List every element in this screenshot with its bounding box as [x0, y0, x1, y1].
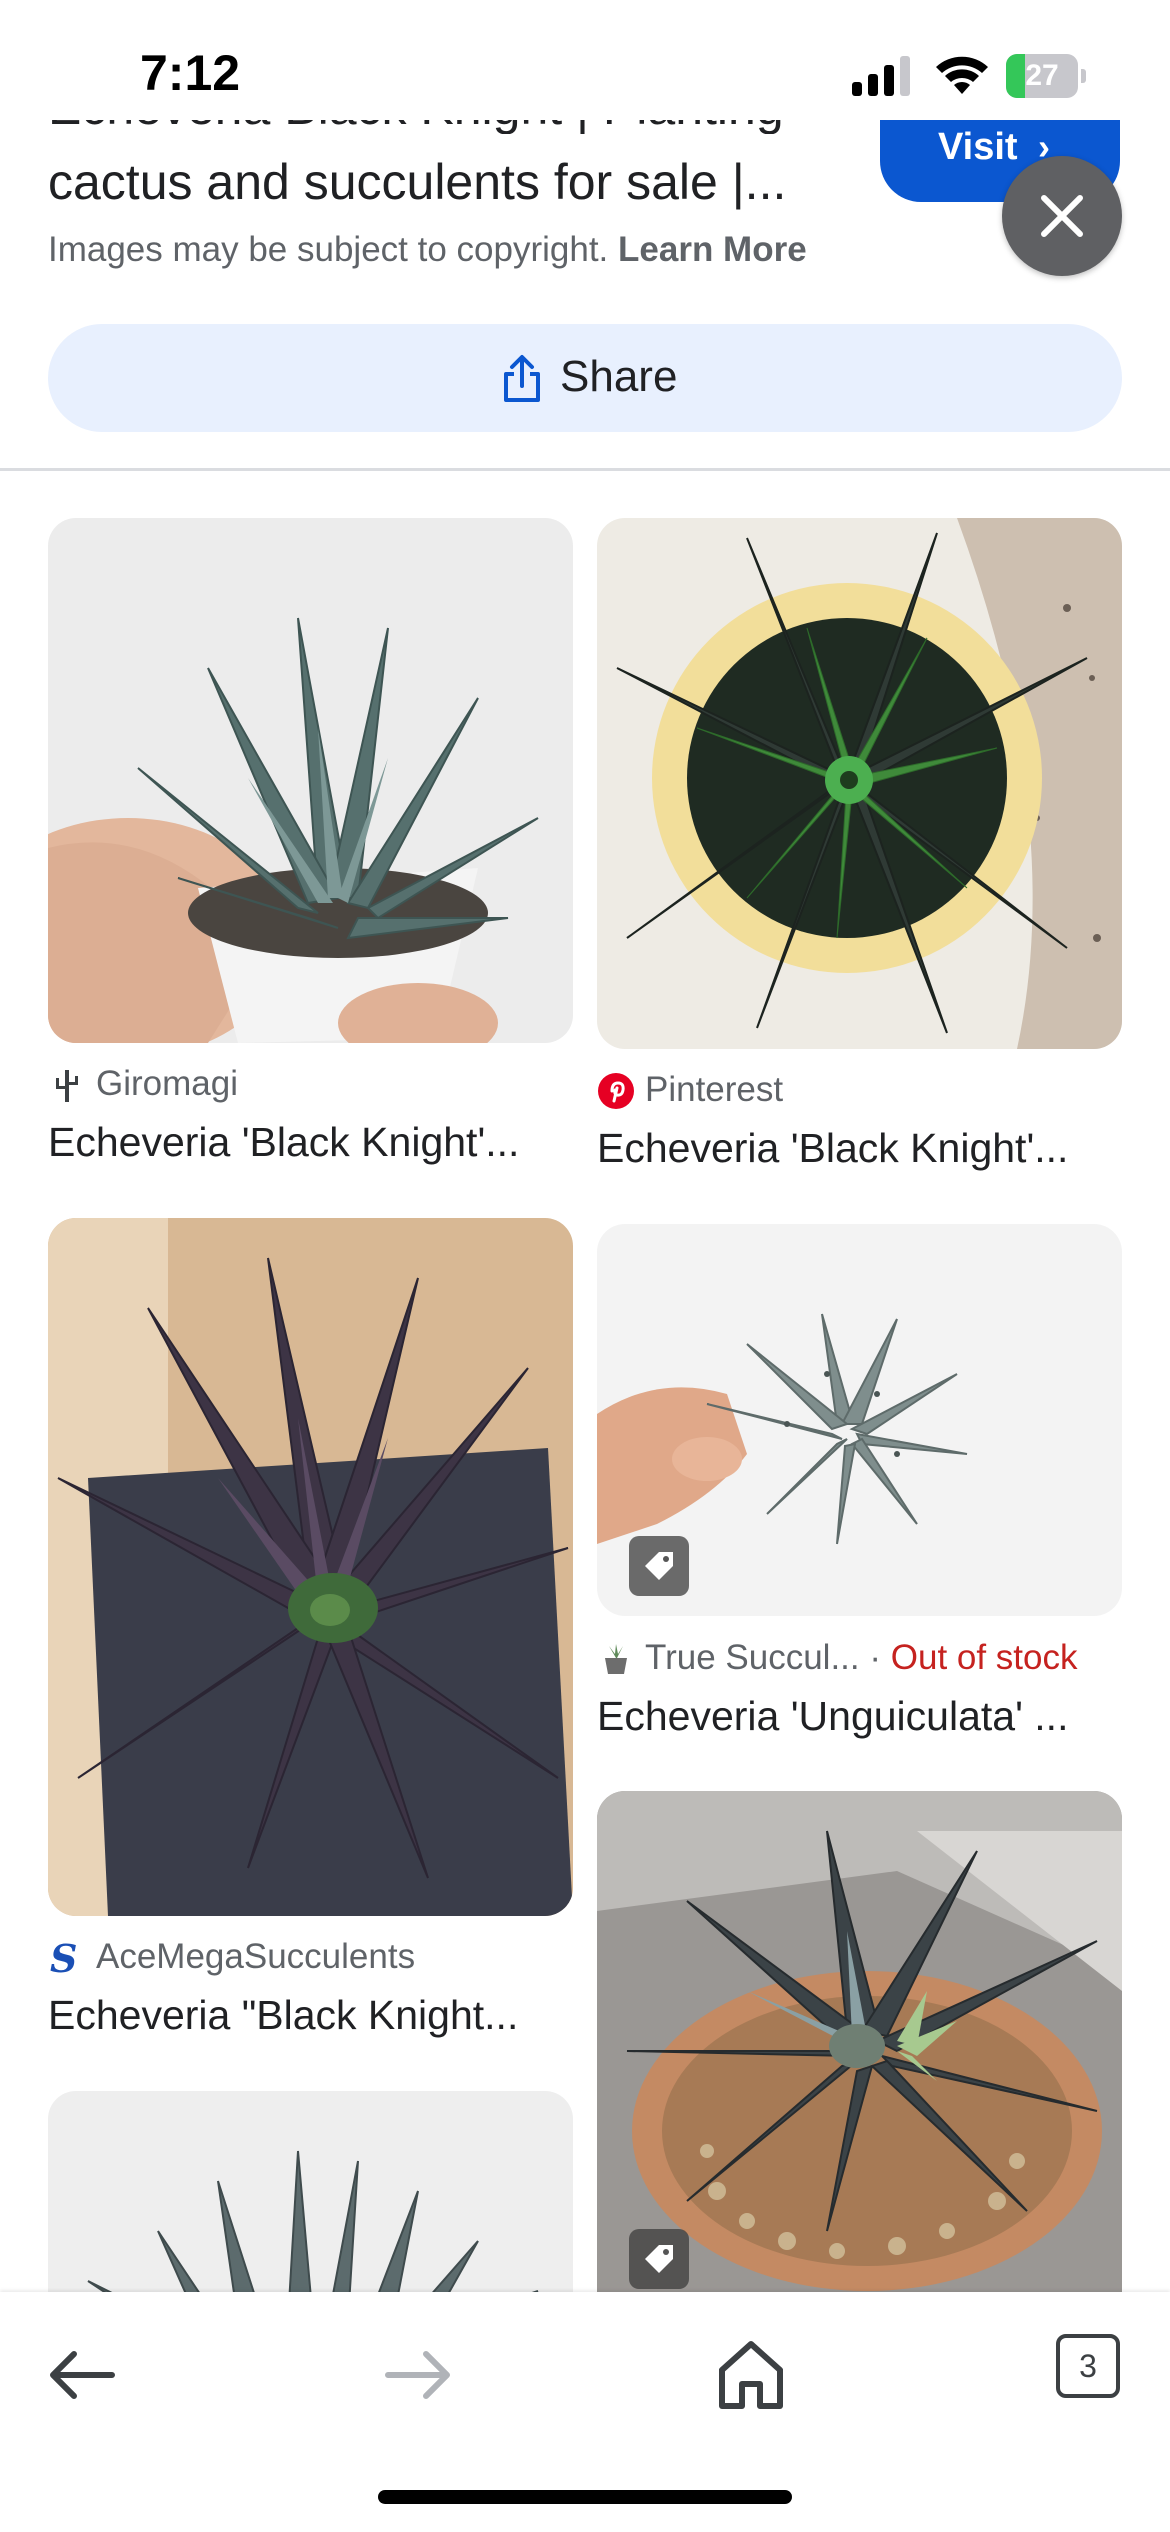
svg-text:S: S: [50, 1939, 77, 1977]
result-title[interactable]: cactus and succulents for sale |...: [48, 150, 818, 214]
cellular-signal-icon: [852, 56, 910, 96]
result-title-true-succulents[interactable]: Echeveria 'Unguiculata' ...: [597, 1691, 1122, 1741]
battery-indicator: 27: [1006, 54, 1086, 98]
shopping-tag-badge: [629, 1536, 689, 1596]
copyright-text: Images may be subject to copyright.: [48, 230, 609, 269]
result-title-pinterest[interactable]: Echeveria 'Black Knight'...: [597, 1123, 1122, 1173]
close-button[interactable]: [1002, 156, 1122, 276]
status-bar: 7:12 27: [0, 0, 1170, 120]
s-logo-icon: S: [50, 1939, 77, 1977]
cactus-icon: [56, 1070, 78, 1102]
home-button[interactable]: [708, 2332, 794, 2418]
source-name: Giromagi: [96, 1064, 238, 1103]
status-time: 7:12: [140, 45, 241, 101]
home-indicator[interactable]: [378, 2490, 792, 2504]
share-label: Share: [560, 352, 678, 401]
result-image-pinterest[interactable]: [597, 518, 1122, 1049]
source-row-acemegasucculents[interactable]: S AceMegaSucculents: [48, 1937, 573, 1977]
battery-percentage: 27: [1025, 59, 1059, 92]
tag-icon: [645, 2245, 673, 2273]
forward-button[interactable]: [374, 2332, 460, 2418]
source-row-giromagi[interactable]: Giromagi: [48, 1064, 573, 1104]
source-name: Pinterest: [645, 1070, 784, 1109]
back-arrow-icon: [50, 2351, 115, 2399]
section-divider: [0, 468, 1170, 471]
copyright-notice: Images may be subject to copyright. Lear…: [48, 230, 807, 270]
tag-icon: [645, 1552, 673, 1580]
share-button[interactable]: Share: [48, 324, 1122, 432]
result-image-true-succulents[interactable]: [597, 1224, 1122, 1616]
forward-arrow-icon: [385, 2351, 450, 2399]
wifi-icon: [936, 56, 988, 94]
result-image-partial[interactable]: [48, 2091, 573, 2321]
source-row-pinterest[interactable]: Pinterest: [597, 1070, 1122, 1110]
visit-label: Visit: [938, 126, 1018, 168]
result-image-potted-echeveria[interactable]: [597, 1791, 1122, 2321]
home-icon: [719, 2341, 783, 2409]
share-icon: [504, 355, 540, 402]
succulent-pot-icon: [605, 1644, 627, 1674]
stock-status: Out of stock: [890, 1638, 1078, 1677]
shopping-tag-badge: [629, 2229, 689, 2289]
result-title-giromagi[interactable]: Echeveria 'Black Knight'...: [48, 1117, 573, 1167]
close-icon: [1041, 195, 1083, 237]
result-image-acemegasucculents[interactable]: [48, 1218, 573, 1916]
pinterest-icon: [598, 1073, 634, 1109]
source-name: AceMegaSucculents: [96, 1937, 416, 1976]
result-image-giromagi[interactable]: [48, 518, 573, 1043]
result-title-acemegasucculents[interactable]: Echeveria "Black Knight...: [48, 1990, 573, 2040]
learn-more-link[interactable]: Learn More: [618, 230, 807, 269]
back-button[interactable]: [40, 2332, 126, 2418]
source-name: True Succul... · Out of stock: [645, 1638, 1078, 1677]
source-row-true-succulents[interactable]: True Succul... · Out of stock: [597, 1638, 1122, 1678]
tab-switcher-button[interactable]: 3: [1056, 2334, 1120, 2398]
